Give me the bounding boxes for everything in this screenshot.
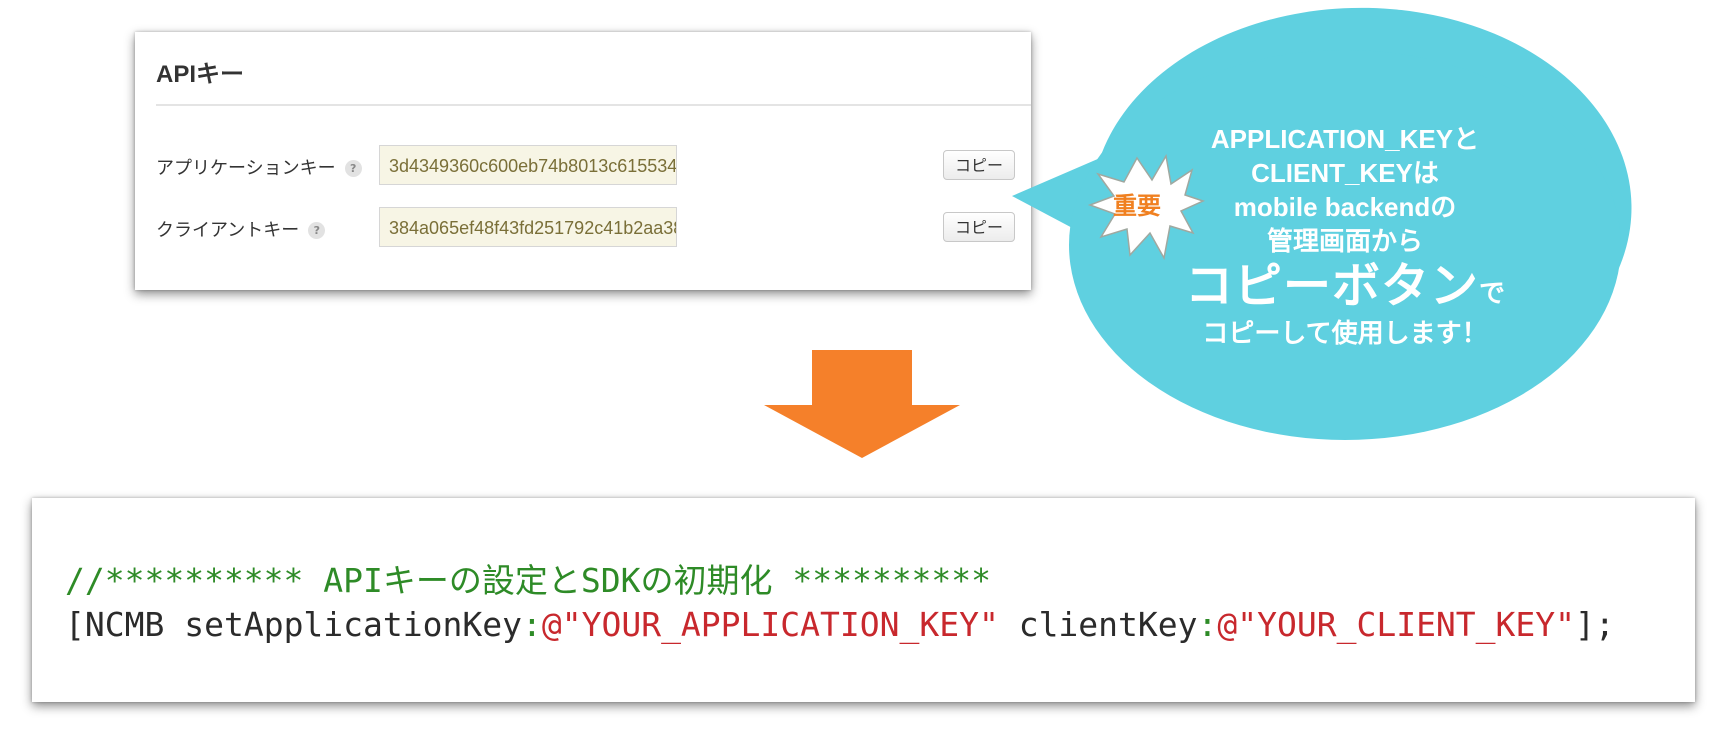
callout-emphasis-line: コピーボタンで	[1095, 258, 1595, 316]
code-app-key-literal: @"YOUR_APPLICATION_KEY"	[541, 605, 999, 644]
copy-application-key-button[interactable]: コピー	[943, 150, 1015, 180]
application-key-label-text: アプリケーションキー	[156, 158, 336, 179]
application-key-field[interactable]: 3d4349360c600eb74b8013c615534c866b631139…	[379, 145, 677, 185]
api-key-panel: APIキー アプリケーションキー ? 3d4349360c600eb74b801…	[135, 32, 1031, 290]
code-close: ];	[1575, 605, 1615, 644]
copy-button-emphasis: コピーボタン	[1184, 260, 1479, 313]
divider	[156, 104, 1031, 106]
callout-line: APPLICATION_KEYと	[1210, 124, 1480, 154]
client-key-label-text: クライアントキー	[156, 220, 300, 241]
code-comment: //********** APIキーの設定とSDKの初期化 **********	[65, 561, 992, 600]
application-key-row: アプリケーションキー ? 3d4349360c600eb74b8013c6155…	[156, 145, 1016, 185]
callout-text: APPLICATION_KEYと CLIENT_KEYは mobile back…	[1095, 122, 1595, 350]
code-colon: :	[521, 605, 542, 644]
code-method: setApplicationKey	[164, 605, 522, 644]
client-key-label: クライアントキー ?	[156, 216, 326, 242]
callout-line: コピーして使用します！	[1202, 318, 1488, 348]
copy-client-key-button[interactable]: コピー	[943, 212, 1015, 242]
code-client-key-literal: @"YOUR_CLIENT_KEY"	[1217, 605, 1576, 644]
callout-line: mobile backendの	[1233, 192, 1457, 222]
help-icon[interactable]: ?	[308, 221, 326, 239]
important-badge: 重要	[1113, 192, 1161, 220]
help-icon[interactable]: ?	[344, 159, 362, 177]
client-key-row: クライアントキー ? 384a065ef48f43fd251792c41b2aa…	[156, 207, 1016, 247]
code-class-name: NCMB	[84, 605, 165, 644]
callout-line: CLIENT_KEYは	[1251, 158, 1439, 188]
code-statement: [NCMB setApplicationKey:@"YOUR_APPLICATI…	[65, 605, 1615, 644]
client-key-field[interactable]: 384a065ef48f43fd251792c41b2aa38d20b96994…	[379, 207, 677, 247]
down-arrow-icon	[764, 350, 960, 458]
code-param: clientKey	[998, 605, 1198, 644]
code-open-bracket: [	[65, 605, 85, 644]
burst-icon	[1087, 153, 1206, 261]
code-colon: :	[1197, 605, 1218, 644]
application-key-label: アプリケーションキー ?	[156, 154, 362, 180]
emphasis-suffix: で	[1479, 278, 1506, 308]
callout-line: 管理画面から	[1266, 226, 1423, 256]
api-key-title: APIキー	[156, 61, 245, 88]
code-snippet-panel: //********** APIキーの設定とSDKの初期化 **********…	[32, 498, 1695, 702]
